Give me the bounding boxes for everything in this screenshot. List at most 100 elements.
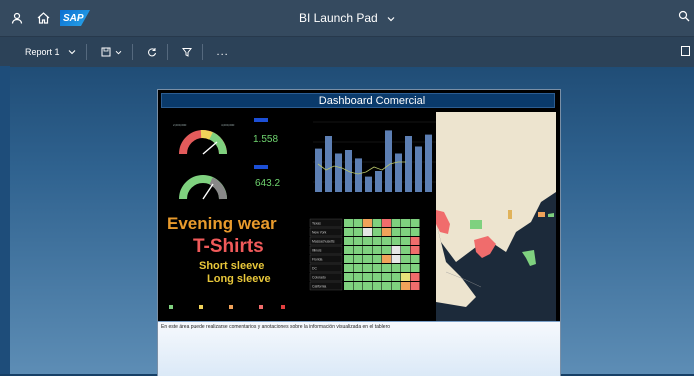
chevron-down-icon [115, 50, 121, 54]
refresh-button[interactable] [147, 47, 157, 57]
heatmap-cell [382, 255, 391, 263]
legend-strip [169, 305, 285, 309]
heatmap-cell [401, 228, 410, 236]
heatmap-cell [391, 282, 401, 290]
search-icon[interactable] [678, 9, 690, 27]
svg-text:4,000,000: 4,000,000 [221, 123, 235, 127]
word-evening-wear: Evening wear [167, 214, 277, 233]
heatmap-cell [372, 264, 382, 272]
word-cloud[interactable]: Evening wear T-Shirts Short sleeve Long … [163, 210, 303, 295]
heatmap-cell [353, 282, 363, 290]
heatmap-row-label: Massachusetts [312, 240, 335, 244]
report-selector[interactable]: Report 1 [25, 47, 76, 57]
left-edge-panel [0, 66, 10, 374]
panel-icon[interactable] [681, 46, 690, 58]
word-short-sleeve: Short sleeve [199, 260, 265, 272]
heatmap-row-label: Colorado [312, 276, 326, 280]
word-t-shirts: T-Shirts [193, 236, 264, 257]
heatmap-cell [382, 264, 391, 272]
us-map[interactable] [436, 112, 556, 322]
heatmap-row-label: California [312, 285, 326, 289]
heatmap-cell [401, 255, 410, 263]
heatmap-cell [410, 273, 420, 281]
bar [415, 146, 422, 192]
heatmap-table[interactable]: Texas New York Massachusetts Illinois Florid… [308, 215, 438, 315]
app-title-label: BI Launch Pad [298, 11, 378, 25]
heatmap-cell [372, 228, 382, 236]
heatmap-cell [363, 219, 372, 227]
heatmap-cell [382, 228, 391, 236]
heatmap-cell [372, 282, 382, 290]
dashboard-canvas[interactable]: Dashboard Comercial 2,000,000 4,000,000 … [157, 89, 561, 376]
toolbar-separator [201, 44, 203, 60]
kpi-bottom-value: 643.2 [255, 178, 281, 189]
heatmap-row-label: New York [312, 231, 327, 235]
heatmap-cell [363, 282, 372, 290]
app-title[interactable]: BI Launch Pad [0, 11, 694, 25]
chevron-down-icon [387, 11, 395, 25]
heatmap-cell [344, 264, 353, 272]
refresh-icon [147, 48, 156, 57]
heatmap-cell [372, 273, 382, 281]
heatmap-cell [344, 237, 353, 245]
kpi-top-label [254, 118, 268, 122]
heatmap-cell [353, 273, 363, 281]
bar [315, 148, 322, 192]
heatmap-cell [353, 264, 363, 272]
more-button[interactable]: ... [217, 46, 229, 58]
bar [375, 171, 382, 192]
heatmap-cell [372, 219, 382, 227]
heatmap-cell [382, 246, 391, 254]
heatmap-cell [391, 228, 401, 236]
heatmap-cell [382, 273, 391, 281]
heatmap-cell [410, 237, 420, 245]
heatmap-cell [401, 273, 410, 281]
heatmap-cell [382, 282, 391, 290]
report-label: Report 1 [25, 47, 60, 57]
heatmap-row-label: Illinois [312, 249, 322, 253]
heatmap-cell [353, 219, 363, 227]
bar [335, 153, 342, 192]
bar [325, 136, 332, 192]
heatmap-cell [363, 246, 372, 254]
region-colorado [470, 220, 482, 229]
bar [385, 130, 392, 192]
save-icon [101, 47, 111, 57]
save-button[interactable] [101, 47, 122, 57]
heatmap-cell [410, 255, 420, 263]
notes-text: En este área puede realizarse comentario… [161, 324, 391, 330]
heatmap-cell [401, 264, 410, 272]
heatmap-cell [353, 237, 363, 245]
heatmap-cell [391, 255, 401, 263]
heatmap-cell [363, 237, 372, 245]
filter-icon [181, 48, 192, 57]
gauge-panel: 2,000,000 4,000,000 [173, 123, 235, 200]
heatmap-cell [344, 246, 353, 254]
heatmap-row-label: Florida [312, 258, 322, 262]
heatmap-cell [353, 246, 363, 254]
heatmap-cell [401, 246, 410, 254]
shell-bar: SAP BI Launch Pad [0, 0, 694, 36]
heatmap-cell [391, 264, 401, 272]
bar [405, 136, 412, 192]
heatmap-cell [401, 282, 410, 290]
report-toolbar: Report 1 ... [0, 36, 694, 67]
notes-area[interactable]: En este área puede realizarse comentario… [158, 321, 560, 376]
bar [355, 158, 362, 192]
gauge-bottom [179, 175, 227, 200]
heatmap-cell [410, 246, 420, 254]
gauge-top [179, 129, 227, 155]
heatmap-cell [391, 219, 401, 227]
heatmap-cell [372, 246, 382, 254]
bar-chart[interactable] [288, 112, 438, 212]
heatmap-cell [363, 273, 372, 281]
heatmap-cell [363, 228, 372, 236]
heatmap-cell [344, 228, 353, 236]
heatmap-cell [344, 219, 353, 227]
heatmap-cell [410, 282, 420, 290]
filter-button[interactable] [181, 47, 192, 57]
toolbar-separator [85, 44, 87, 60]
kpi-top: 1.558 [253, 134, 278, 145]
heatmap-cell [344, 273, 353, 281]
bar [425, 134, 432, 192]
